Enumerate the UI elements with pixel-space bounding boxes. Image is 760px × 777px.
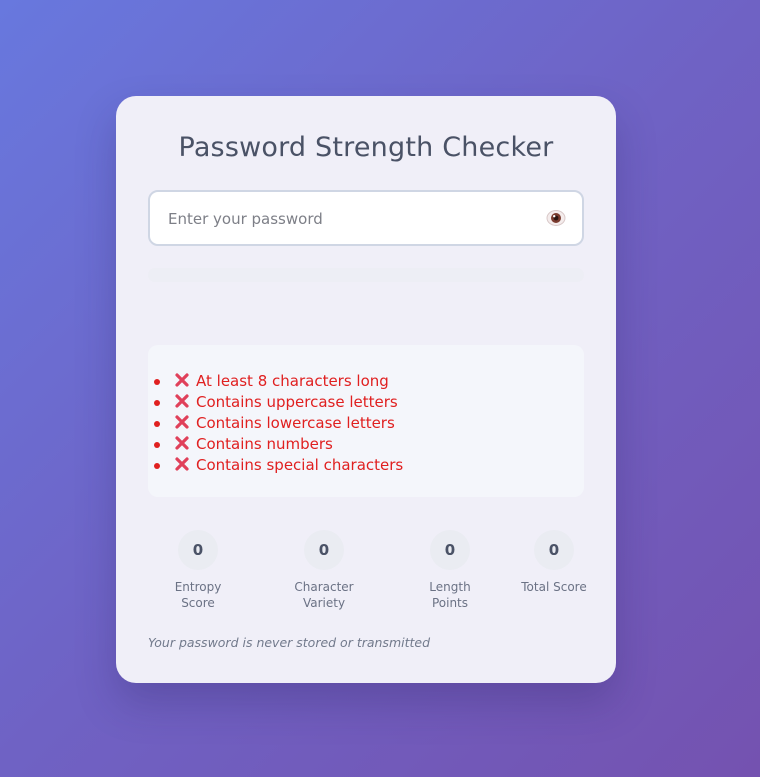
stat-character-variety: 0 Character Variety bbox=[274, 530, 374, 611]
stat-value: 0 bbox=[430, 530, 470, 570]
stat-label: Entropy Score bbox=[174, 580, 222, 610]
stat-label: Total Score bbox=[521, 580, 587, 594]
stats-row: 0 Entropy Score 0 Character Variety 0 Le… bbox=[148, 530, 587, 620]
cross-mark-icon bbox=[175, 415, 189, 429]
requirement-item: Contains lowercase letters bbox=[152, 413, 403, 434]
page-title: Password Strength Checker bbox=[178, 132, 554, 163]
strength-meter bbox=[148, 268, 584, 282]
requirement-label: Contains numbers bbox=[196, 435, 333, 453]
stat-value: 0 bbox=[534, 530, 574, 570]
requirement-item: At least 8 characters long bbox=[152, 371, 403, 392]
eye-icon[interactable] bbox=[546, 209, 566, 227]
stat-value: 0 bbox=[304, 530, 344, 570]
bullet-dot bbox=[154, 379, 160, 385]
cross-mark-icon bbox=[175, 436, 189, 450]
requirement-label: At least 8 characters long bbox=[196, 372, 389, 390]
cross-mark-icon bbox=[175, 373, 189, 387]
bullet-dot bbox=[154, 400, 160, 406]
bullet-dot bbox=[154, 463, 160, 469]
stat-label: Character Variety bbox=[294, 580, 354, 610]
requirements-list: At least 8 characters long Contains uppe… bbox=[152, 371, 403, 476]
requirement-item: Contains numbers bbox=[152, 434, 403, 455]
stat-total-score: 0 Total Score bbox=[504, 530, 604, 595]
stat-entropy-score: 0 Entropy Score bbox=[148, 530, 248, 611]
cross-mark-icon bbox=[175, 394, 189, 408]
requirement-label: Contains lowercase letters bbox=[196, 414, 395, 432]
requirement-label: Contains special characters bbox=[196, 456, 404, 474]
bullet-dot bbox=[154, 421, 160, 427]
requirements-panel: At least 8 characters long Contains uppe… bbox=[148, 345, 584, 497]
checker-card: Password Strength Checker At least 8 cha… bbox=[116, 96, 616, 683]
stat-label: Length Points bbox=[429, 580, 471, 610]
password-field[interactable] bbox=[148, 190, 584, 246]
requirement-item: Contains uppercase letters bbox=[152, 392, 403, 413]
bullet-dot bbox=[154, 442, 160, 448]
privacy-note: Your password is never stored or transmi… bbox=[148, 635, 431, 650]
stat-length-points: 0 Length Points bbox=[400, 530, 500, 611]
stat-value: 0 bbox=[178, 530, 218, 570]
requirement-item: Contains special characters bbox=[152, 455, 403, 476]
password-input[interactable] bbox=[166, 192, 530, 246]
cross-mark-icon bbox=[175, 457, 189, 471]
requirement-label: Contains uppercase letters bbox=[196, 393, 398, 411]
